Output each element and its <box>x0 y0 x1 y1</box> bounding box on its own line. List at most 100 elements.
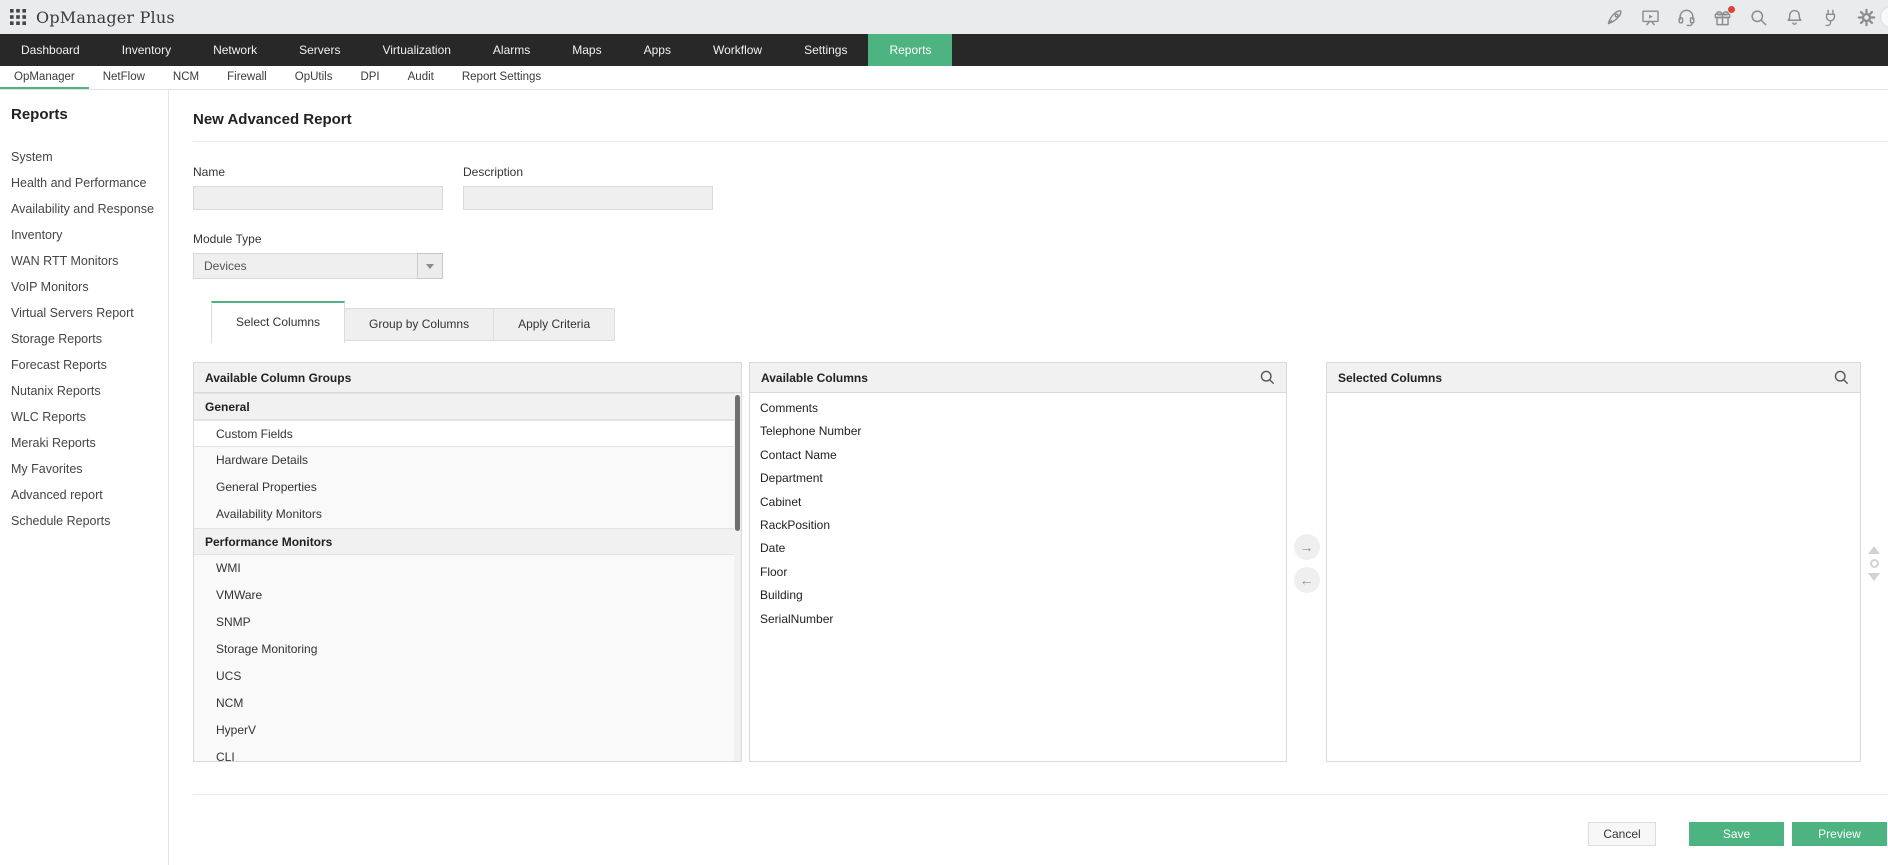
tab-select-columns[interactable]: Select Columns <box>211 301 346 343</box>
nav-item-workflow[interactable]: Workflow <box>692 34 783 66</box>
module-type-select[interactable]: Devices <box>193 253 443 279</box>
subnav-item-firewall[interactable]: Firewall <box>213 66 281 89</box>
column-groups-list: General Custom Fields Hardware Details Gene… <box>194 393 741 761</box>
presentation-icon[interactable] <box>1641 8 1660 27</box>
available-column-rackposition[interactable]: RackPosition <box>750 514 1286 537</box>
search-icon[interactable] <box>1259 369 1276 386</box>
bell-icon[interactable] <box>1785 8 1804 27</box>
search-icon[interactable] <box>1833 369 1850 386</box>
available-column-floor[interactable]: Floor <box>750 561 1286 584</box>
available-column-contact-name[interactable]: Contact Name <box>750 444 1286 467</box>
move-right-button[interactable]: → <box>1293 534 1320 560</box>
rocket-icon[interactable] <box>1605 8 1624 27</box>
column-group-row-ncm[interactable]: NCM <box>194 690 741 717</box>
module-type-value: Devices <box>193 253 417 279</box>
column-group-row-hyperv[interactable]: HyperV <box>194 717 741 744</box>
move-down-icon[interactable] <box>1868 573 1880 581</box>
save-button[interactable]: Save <box>1689 822 1784 846</box>
available-column-comments[interactable]: Comments <box>750 397 1286 420</box>
sidebar-item-voip-monitors[interactable]: VoIP Monitors <box>0 274 168 300</box>
move-up-icon[interactable] <box>1868 546 1880 554</box>
app-title: OpManager Plus <box>36 7 175 27</box>
sidebar-item-inventory[interactable]: Inventory <box>0 222 168 248</box>
page-body: Reports System Health and Performance Avai… <box>0 90 1888 865</box>
column-group-row-custom-fields[interactable]: Custom Fields <box>194 420 741 447</box>
available-column-building[interactable]: Building <box>750 584 1286 607</box>
sidebar-item-wan-rtt-monitors[interactable]: WAN RTT Monitors <box>0 248 168 274</box>
available-column-serialnumber[interactable]: SerialNumber <box>750 608 1286 631</box>
column-group-row-general-properties[interactable]: General Properties <box>194 474 741 501</box>
sidebar-item-storage-reports[interactable]: Storage Reports <box>0 326 168 352</box>
nav-item-alarms[interactable]: Alarms <box>472 34 551 66</box>
available-columns-list: Comments Telephone Number Contact Name Depa… <box>750 393 1286 631</box>
column-group-row-hardware-details[interactable]: Hardware Details <box>194 447 741 474</box>
sidebar-item-virtual-servers-report[interactable]: Virtual Servers Report <box>0 300 168 326</box>
subnav-item-dpi[interactable]: DPI <box>346 66 393 89</box>
description-input[interactable] <box>463 186 713 210</box>
tab-apply-criteria[interactable]: Apply Criteria <box>493 308 616 341</box>
search-icon[interactable] <box>1749 8 1768 27</box>
module-type-dropdown-button[interactable] <box>417 253 443 279</box>
sidebar-item-availability-and-response[interactable]: Availability and Response <box>0 196 168 222</box>
cancel-button[interactable]: Cancel <box>1588 822 1656 846</box>
column-group-row-snmp[interactable]: SNMP <box>194 609 741 636</box>
column-picker: Available Column Groups General Custom Fi… <box>193 362 1888 762</box>
column-group-row-availability-monitors[interactable]: Availability Monitors <box>194 501 741 528</box>
available-column-telephone-number[interactable]: Telephone Number <box>750 420 1286 443</box>
available-column-groups-panel: Available Column Groups General Custom Fi… <box>193 362 742 762</box>
column-group-row-wmi[interactable]: WMI <box>194 555 741 582</box>
nav-item-maps[interactable]: Maps <box>551 34 622 66</box>
app-launcher-grid-icon[interactable] <box>10 9 26 25</box>
sidebar-item-schedule-reports[interactable]: Schedule Reports <box>0 508 168 534</box>
sidebar-item-my-favorites[interactable]: My Favorites <box>0 456 168 482</box>
selected-columns-header: Selected Columns <box>1338 370 1443 385</box>
sidebar-list: System Health and Performance Availability… <box>0 144 168 534</box>
groups-scrollbar-thumb[interactable] <box>735 395 740 531</box>
subnav-item-oputils[interactable]: OpUtils <box>281 66 347 89</box>
sidebar-item-nutanix-reports[interactable]: Nutanix Reports <box>0 378 168 404</box>
available-column-department[interactable]: Department <box>750 467 1286 490</box>
subnav-item-ncm[interactable]: NCM <box>159 66 213 89</box>
sidebar-item-meraki-reports[interactable]: Meraki Reports <box>0 430 168 456</box>
subnav-item-report-settings[interactable]: Report Settings <box>448 66 555 89</box>
nav-item-reports[interactable]: Reports <box>868 34 953 66</box>
tab-group-by-columns[interactable]: Group by Columns <box>344 308 495 341</box>
subnav-item-opmanager[interactable]: OpManager <box>0 66 89 89</box>
column-group-row-storage-monitoring[interactable]: Storage Monitoring <box>194 636 741 663</box>
column-group-row-general[interactable]: General <box>194 393 741 420</box>
available-column-groups-header: Available Column Groups <box>205 370 352 385</box>
nav-item-network[interactable]: Network <box>192 34 278 66</box>
column-group-row-vmware[interactable]: VMWare <box>194 582 741 609</box>
title-divider <box>193 141 1888 142</box>
subnav-item-netflow[interactable]: NetFlow <box>89 66 159 89</box>
plug-icon[interactable] <box>1821 8 1840 27</box>
avatar[interactable] <box>1880 6 1888 28</box>
gift-icon[interactable] <box>1713 5 1735 27</box>
nav-item-dashboard[interactable]: Dashboard <box>0 34 101 66</box>
column-group-row-cli[interactable]: CLI <box>194 744 741 761</box>
name-input[interactable] <box>193 186 443 210</box>
nav-item-virtualization[interactable]: Virtualization <box>361 34 471 66</box>
report-form: Name Description Module Type Devices <box>193 165 1888 279</box>
column-tabs: Select Columns Group by Columns Apply Crit… <box>193 301 1888 343</box>
sidebar-item-system[interactable]: System <box>0 144 168 170</box>
available-column-date[interactable]: Date <box>750 537 1286 560</box>
subnav-item-audit[interactable]: Audit <box>394 66 448 89</box>
column-group-row-ucs[interactable]: UCS <box>194 663 741 690</box>
nav-item-servers[interactable]: Servers <box>278 34 361 66</box>
gear-icon[interactable] <box>1857 8 1876 27</box>
headset-icon[interactable] <box>1677 8 1696 27</box>
sidebar-item-wlc-reports[interactable]: WLC Reports <box>0 404 168 430</box>
nav-item-inventory[interactable]: Inventory <box>101 34 192 66</box>
groups-scrollbar[interactable] <box>734 393 741 761</box>
move-left-button[interactable]: ← <box>1293 567 1320 593</box>
sidebar-item-advanced-report[interactable]: Advanced report <box>0 482 168 508</box>
available-column-cabinet[interactable]: Cabinet <box>750 491 1286 514</box>
nav-item-apps[interactable]: Apps <box>623 34 692 66</box>
preview-button[interactable]: Preview <box>1792 822 1887 846</box>
sidebar-item-health-and-performance[interactable]: Health and Performance <box>0 170 168 196</box>
column-group-row-performance-monitors[interactable]: Performance Monitors <box>194 528 741 555</box>
sidebar-item-forecast-reports[interactable]: Forecast Reports <box>0 352 168 378</box>
nav-item-settings[interactable]: Settings <box>783 34 868 66</box>
reorder-dot-icon <box>1869 559 1879 568</box>
